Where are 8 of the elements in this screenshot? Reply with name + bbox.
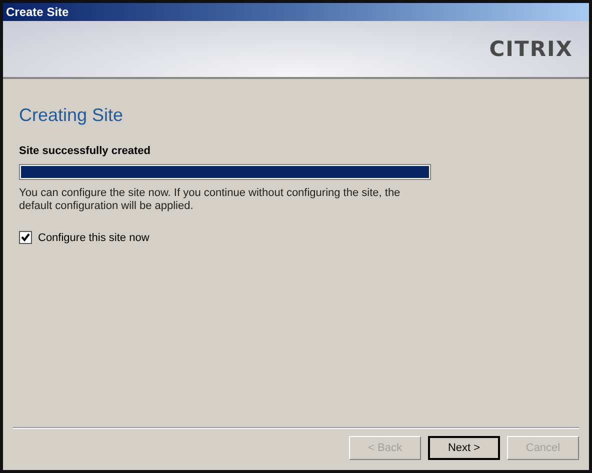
page-heading: Creating Site [19,105,124,126]
checkbox[interactable] [19,231,32,244]
wizard-button[interactable]: Next > [428,436,500,460]
window-title: Create Site [6,5,69,19]
description-text: You can configure the site now. If you continue without configuring the site, the default configuration will be applied. [19,187,402,213]
status-text: Site successfully created [19,145,152,157]
checkbox-label: Configure this site now [38,232,150,244]
logo: CITRIX [489,37,573,61]
